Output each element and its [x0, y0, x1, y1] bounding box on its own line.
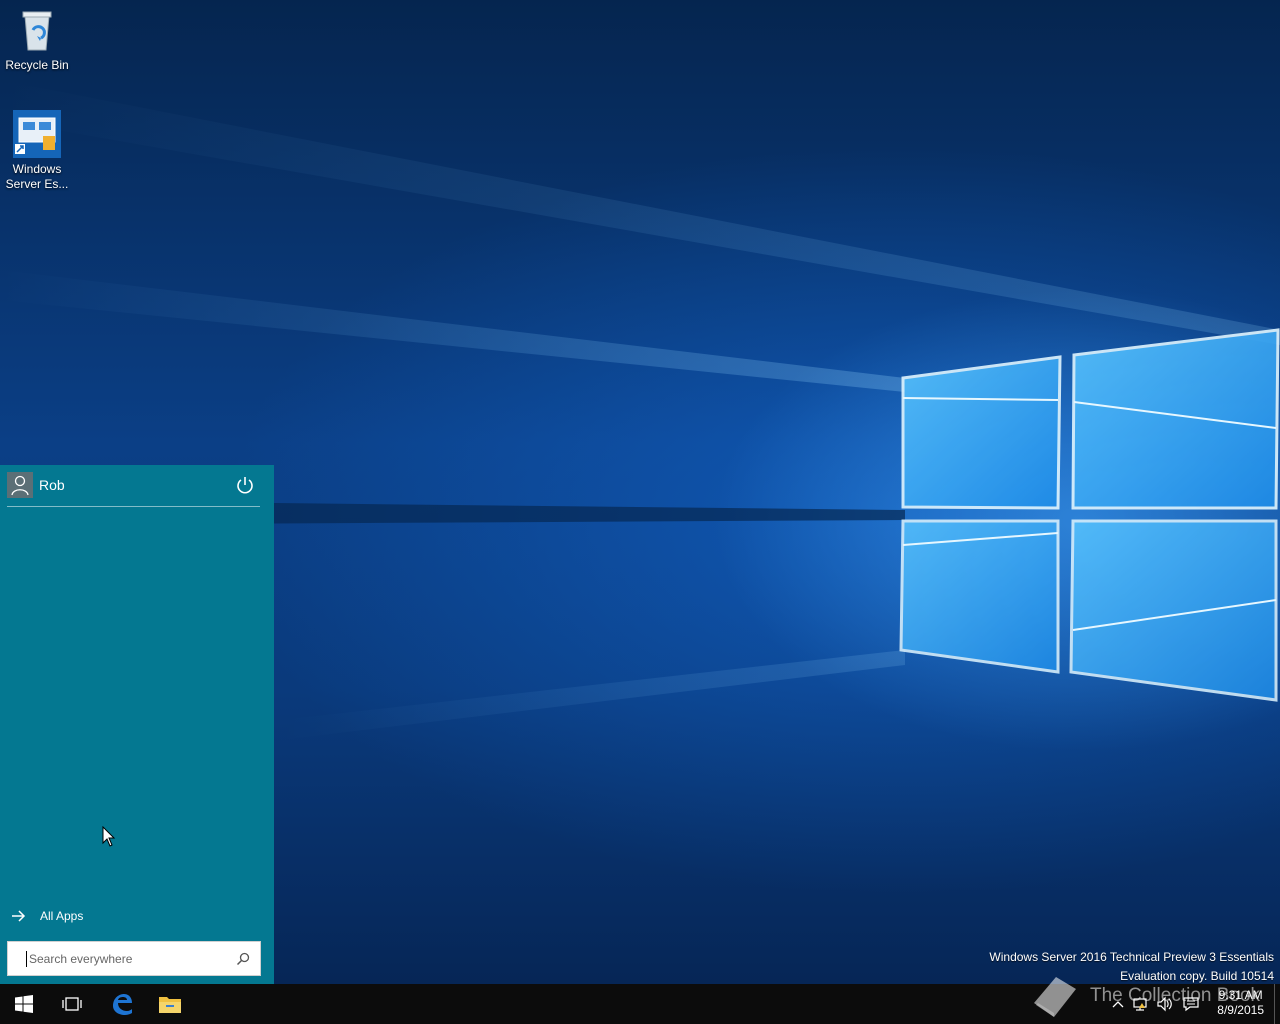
edge-browser-icon [113, 994, 132, 1015]
task-view-button[interactable] [48, 984, 96, 1024]
user-name: Rob [39, 477, 65, 493]
all-apps-label: All Apps [40, 909, 84, 923]
recycle-bin-icon [13, 6, 61, 54]
search-input[interactable] [26, 951, 229, 967]
os-version-watermark: Windows Server 2016 Technical Preview 3 … [989, 950, 1274, 964]
search-icon[interactable] [236, 952, 250, 966]
taskbar: 9:31 AM 8/9/2015 [0, 984, 1280, 1024]
folder-icon [159, 997, 181, 1013]
system-tray [1112, 984, 1200, 1024]
recycle-bin-icon-tile[interactable]: Recycle Bin [0, 6, 74, 73]
all-apps-button[interactable]: All Apps [10, 908, 83, 924]
start-button[interactable] [0, 984, 48, 1024]
server-dashboard-icon [13, 110, 61, 158]
user-avatar-icon [7, 472, 33, 498]
windows-server-essentials-label: Windows Server Es... [5, 162, 69, 191]
start-menu-divider [7, 506, 260, 507]
volume-icon[interactable] [1156, 996, 1174, 1012]
network-icon[interactable] [1132, 996, 1148, 1012]
arrow-right-icon [12, 910, 26, 922]
show-desktop-button[interactable] [1274, 984, 1280, 1024]
recycle-bin-label: Recycle Bin [5, 58, 69, 72]
windows-logo-icon [15, 995, 33, 1013]
task-view-icon [62, 997, 82, 1011]
mouse-pointer-icon [102, 826, 116, 847]
start-search-box[interactable] [7, 941, 261, 976]
windows-server-essentials-shortcut[interactable]: Windows Server Es... [0, 110, 74, 192]
chevron-up-icon[interactable] [1112, 998, 1124, 1010]
user-account-button[interactable]: Rob [7, 472, 65, 498]
action-center-icon[interactable] [1182, 996, 1200, 1012]
edge-browser-button[interactable] [98, 984, 146, 1024]
clock-date: 8/9/2015 [1217, 1003, 1264, 1017]
power-icon [237, 477, 253, 494]
power-button[interactable] [234, 474, 256, 496]
file-explorer-button[interactable] [146, 984, 194, 1024]
clock[interactable]: 9:31 AM 8/9/2015 [1217, 988, 1264, 1018]
clock-time: 9:31 AM [1218, 988, 1263, 1002]
build-watermark: Evaluation copy. Build 10514 [1120, 969, 1274, 983]
start-menu [0, 465, 274, 984]
